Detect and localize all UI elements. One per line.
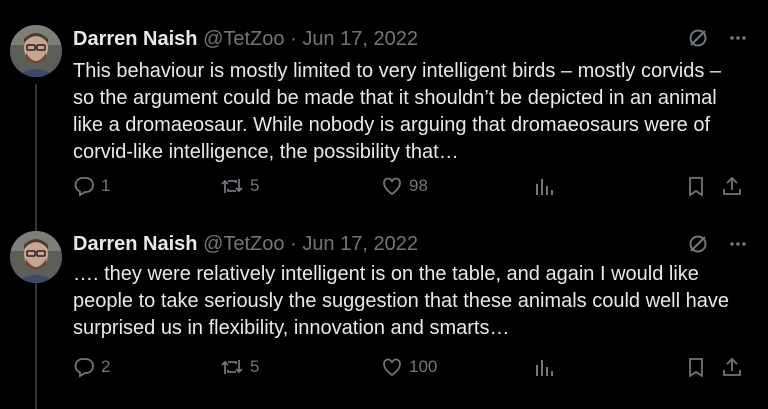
author-name[interactable]: Darren Naish [73, 233, 198, 255]
reply-icon [73, 356, 95, 378]
bookmark-icon [685, 356, 707, 378]
retweet-button[interactable]: 5 [220, 175, 259, 197]
tweet-actions: 2 5 100 [73, 356, 743, 382]
views-button[interactable] [533, 175, 555, 197]
retweet-count: 5 [250, 357, 260, 376]
retweet-count: 5 [250, 176, 260, 195]
separator: · [290, 233, 297, 255]
views-icon [533, 175, 555, 197]
tweet-header: Darren Naish @TetZoo · Jun 17, 2022 [73, 28, 418, 51]
more-icon[interactable] [728, 234, 748, 254]
author-name[interactable]: Darren Naish [73, 28, 198, 50]
views-icon [533, 356, 555, 378]
tweet-text: …. they were relatively intelligent is o… [73, 263, 729, 339]
grok-icon[interactable] [688, 28, 708, 48]
tweet-actions: 1 5 98 [73, 175, 743, 201]
author-handle[interactable]: @TetZoo [203, 233, 284, 255]
like-button[interactable]: 100 [381, 356, 437, 378]
reply-icon [73, 175, 95, 197]
more-icon[interactable] [728, 28, 748, 48]
like-icon [381, 356, 403, 378]
like-count: 98 [409, 176, 428, 195]
retweet-icon [220, 175, 244, 197]
avatar[interactable] [10, 231, 62, 283]
grok-icon[interactable] [688, 234, 708, 254]
retweet-icon [220, 356, 244, 378]
reply-button[interactable]: 1 [73, 175, 110, 197]
author-handle[interactable]: @TetZoo [203, 28, 284, 50]
bookmark-button[interactable] [685, 175, 707, 197]
tweet-text: This behaviour is mostly limited to very… [73, 60, 722, 163]
separator: · [290, 28, 297, 50]
like-icon [381, 175, 403, 197]
tweet-date[interactable]: Jun 17, 2022 [302, 233, 418, 255]
tweet[interactable]: Darren Naish @TetZoo · Jun 17, 2022 This… [0, 0, 768, 218]
tweet-date[interactable]: Jun 17, 2022 [302, 28, 418, 50]
share-button[interactable] [721, 356, 743, 378]
like-button[interactable]: 98 [381, 175, 428, 197]
retweet-button[interactable]: 5 [220, 356, 259, 378]
reply-count: 1 [101, 176, 111, 195]
like-count: 100 [409, 357, 438, 376]
avatar[interactable] [10, 25, 62, 77]
views-button[interactable] [533, 356, 555, 378]
reply-button[interactable]: 2 [73, 356, 110, 378]
tweet-header: Darren Naish @TetZoo · Jun 17, 2022 [73, 233, 418, 256]
tweet[interactable]: Darren Naish @TetZoo · Jun 17, 2022 …. t… [0, 218, 768, 409]
share-icon [721, 356, 743, 378]
bookmark-button[interactable] [685, 356, 707, 378]
reply-count: 2 [101, 357, 111, 376]
share-button[interactable] [721, 175, 743, 197]
share-icon [721, 175, 743, 197]
bookmark-icon [685, 175, 707, 197]
